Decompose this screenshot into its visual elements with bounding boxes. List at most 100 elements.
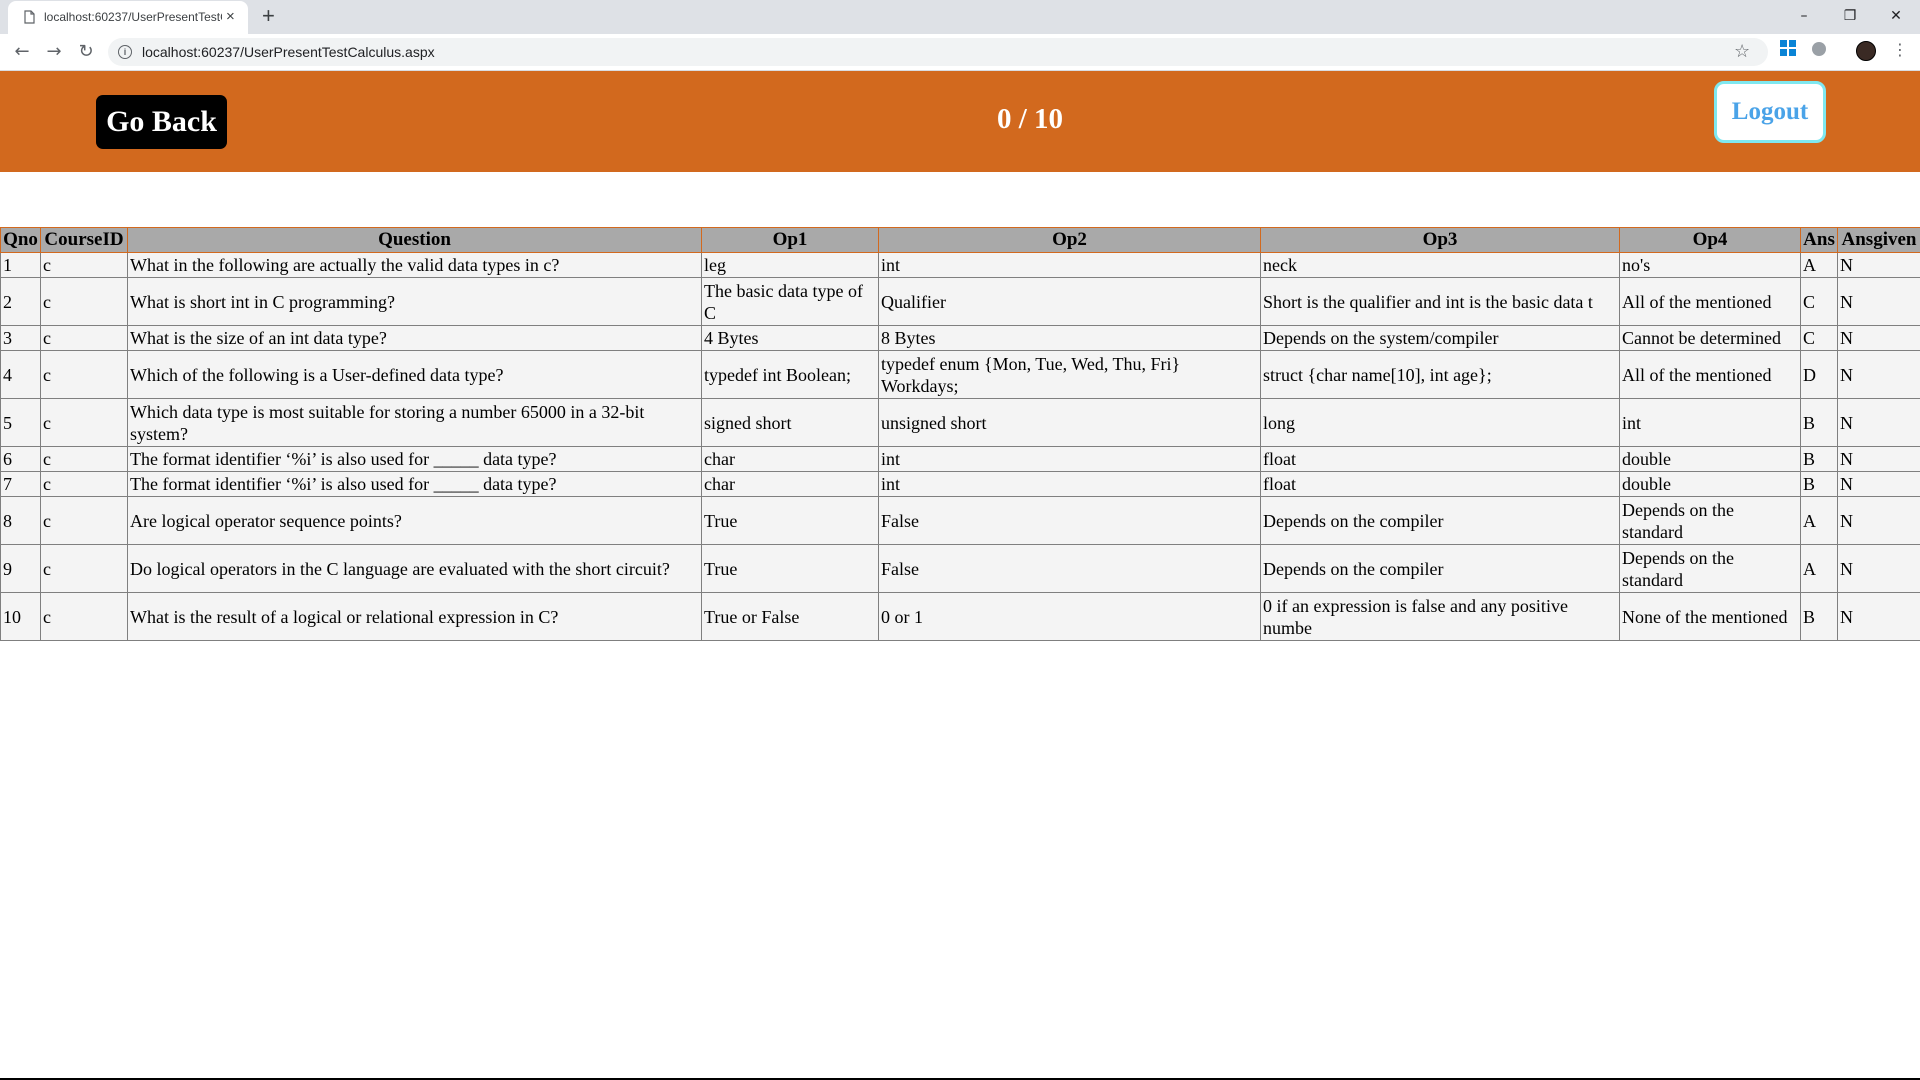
- op3-cell: Depends on the compiler: [1260, 496, 1620, 545]
- qno-cell: 9: [0, 544, 41, 593]
- ans-cell: B: [1800, 446, 1838, 472]
- op2-cell: typedef enum {Mon, Tue, Wed, Thu, Fri} W…: [878, 350, 1261, 399]
- op3-cell: Short is the qualifier and int is the ba…: [1260, 277, 1620, 326]
- qno-cell: 7: [0, 471, 41, 497]
- op1-cell: signed short: [701, 398, 879, 447]
- op1-cell: True or False: [701, 592, 879, 641]
- op2-cell: int: [878, 252, 1261, 278]
- question-cell: What is the size of an int data type?: [127, 325, 702, 351]
- op3-cell: Depends on the system/compiler: [1260, 325, 1620, 351]
- course-cell: c: [40, 496, 128, 545]
- table-header-row: Qno CourseID Question Op1 Op2 Op3 Op4 An…: [0, 227, 1920, 253]
- close-window-icon[interactable]: ✕: [1873, 4, 1919, 28]
- column-header-ansgiven: Ansgiven: [1837, 227, 1920, 253]
- ans-cell: B: [1800, 398, 1838, 447]
- op4-cell: None of the mentioned: [1619, 592, 1801, 641]
- qno-cell: 6: [0, 446, 41, 472]
- table-row: 1 c What in the following are actually t…: [0, 252, 1920, 278]
- ansgiven-cell: N: [1837, 471, 1920, 497]
- forward-icon[interactable]: →: [42, 40, 66, 64]
- op2-cell: 8 Bytes: [878, 325, 1261, 351]
- course-cell: c: [40, 350, 128, 399]
- extension-icon[interactable]: [1812, 42, 1826, 56]
- site-info-icon[interactable]: i: [118, 45, 132, 59]
- tab-close-icon[interactable]: ×: [226, 9, 235, 25]
- windows-extension-icon[interactable]: [1780, 40, 1796, 56]
- go-back-button[interactable]: Go Back: [96, 95, 227, 149]
- minimize-icon[interactable]: –: [1781, 4, 1827, 28]
- op4-cell: no's: [1619, 252, 1801, 278]
- course-cell: c: [40, 446, 128, 472]
- table-row: 4 c Which of the following is a User-def…: [0, 350, 1920, 399]
- op3-cell: long: [1260, 398, 1620, 447]
- op2-cell: Qualifier: [878, 277, 1261, 326]
- op2-cell: int: [878, 471, 1261, 497]
- page-header: Go Back 0 / 10 Logout: [0, 71, 1920, 172]
- ans-cell: D: [1800, 350, 1838, 399]
- qno-cell: 4: [0, 350, 41, 399]
- table-row: 9 c Do logical operators in the C langua…: [0, 544, 1920, 593]
- qno-cell: 8: [0, 496, 41, 545]
- question-cell: What is the result of a logical or relat…: [127, 592, 702, 641]
- browser-tab[interactable]: localhost:60237/UserPresentTestCalculus.…: [8, 1, 248, 34]
- op1-cell: True: [701, 544, 879, 593]
- op1-cell: typedef int Boolean;: [701, 350, 879, 399]
- logout-button[interactable]: Logout: [1714, 81, 1826, 143]
- course-cell: c: [40, 252, 128, 278]
- table-row: 5 c Which data type is most suitable for…: [0, 398, 1920, 447]
- question-cell: Which of the following is a User-defined…: [127, 350, 702, 399]
- column-header-qno: Qno: [0, 227, 41, 253]
- op1-cell: 4 Bytes: [701, 325, 879, 351]
- ansgiven-cell: N: [1837, 446, 1920, 472]
- ansgiven-cell: N: [1837, 398, 1920, 447]
- course-cell: c: [40, 471, 128, 497]
- page-icon: [24, 10, 35, 24]
- address-bar[interactable]: i localhost:60237/UserPresentTestCalculu…: [108, 38, 1768, 66]
- ansgiven-cell: N: [1837, 325, 1920, 351]
- restore-icon[interactable]: ❐: [1827, 4, 1873, 28]
- ans-cell: A: [1800, 544, 1838, 593]
- table-row: 3 c What is the size of an int data type…: [0, 325, 1920, 351]
- reload-icon[interactable]: ↻: [74, 40, 98, 64]
- ansgiven-cell: N: [1837, 544, 1920, 593]
- op4-cell: double: [1619, 446, 1801, 472]
- ansgiven-cell: N: [1837, 277, 1920, 326]
- ans-cell: B: [1800, 592, 1838, 641]
- op1-cell: char: [701, 471, 879, 497]
- column-header-op4: Op4: [1619, 227, 1801, 253]
- ans-cell: C: [1800, 277, 1838, 326]
- ansgiven-cell: N: [1837, 496, 1920, 545]
- op4-cell: double: [1619, 471, 1801, 497]
- course-cell: c: [40, 398, 128, 447]
- qno-cell: 1: [0, 252, 41, 278]
- question-cell: Which data type is most suitable for sto…: [127, 398, 702, 447]
- op4-cell: Depends on the standard: [1619, 496, 1801, 545]
- score-display: 0 / 10: [996, 103, 1064, 135]
- browser-tabstrip: localhost:60237/UserPresentTestCalculus.…: [0, 0, 1920, 34]
- url-text[interactable]: localhost:60237/UserPresentTestCalculus.…: [142, 44, 435, 60]
- op1-cell: char: [701, 446, 879, 472]
- column-header-ans: Ans: [1800, 227, 1838, 253]
- table-row: 8 c Are logical operator sequence points…: [0, 496, 1920, 545]
- table-row: 7 c The format identifier ‘%i’ is also u…: [0, 471, 1920, 497]
- new-tab-button[interactable]: +: [262, 3, 275, 29]
- question-cell: Are logical operator sequence points?: [127, 496, 702, 545]
- op1-cell: The basic data type of C: [701, 277, 879, 326]
- ansgiven-cell: N: [1837, 252, 1920, 278]
- op4-cell: Depends on the standard: [1619, 544, 1801, 593]
- question-cell: Do logical operators in the C language a…: [127, 544, 702, 593]
- bookmark-star-icon[interactable]: ☆: [1734, 41, 1750, 62]
- browser-menu-icon[interactable]: ⋮: [1892, 38, 1908, 62]
- op3-cell: 0 if an expression is false and any posi…: [1260, 592, 1620, 641]
- column-header-op2: Op2: [878, 227, 1261, 253]
- course-cell: c: [40, 325, 128, 351]
- op4-cell: All of the mentioned: [1619, 350, 1801, 399]
- question-cell: What in the following are actually the v…: [127, 252, 702, 278]
- op3-cell: float: [1260, 471, 1620, 497]
- op3-cell: struct {char name[10], int age};: [1260, 350, 1620, 399]
- course-cell: c: [40, 592, 128, 641]
- table-row: 10 c What is the result of a logical or …: [0, 592, 1920, 641]
- profile-avatar[interactable]: [1856, 41, 1876, 61]
- back-icon[interactable]: ←: [10, 40, 34, 64]
- ans-cell: A: [1800, 252, 1838, 278]
